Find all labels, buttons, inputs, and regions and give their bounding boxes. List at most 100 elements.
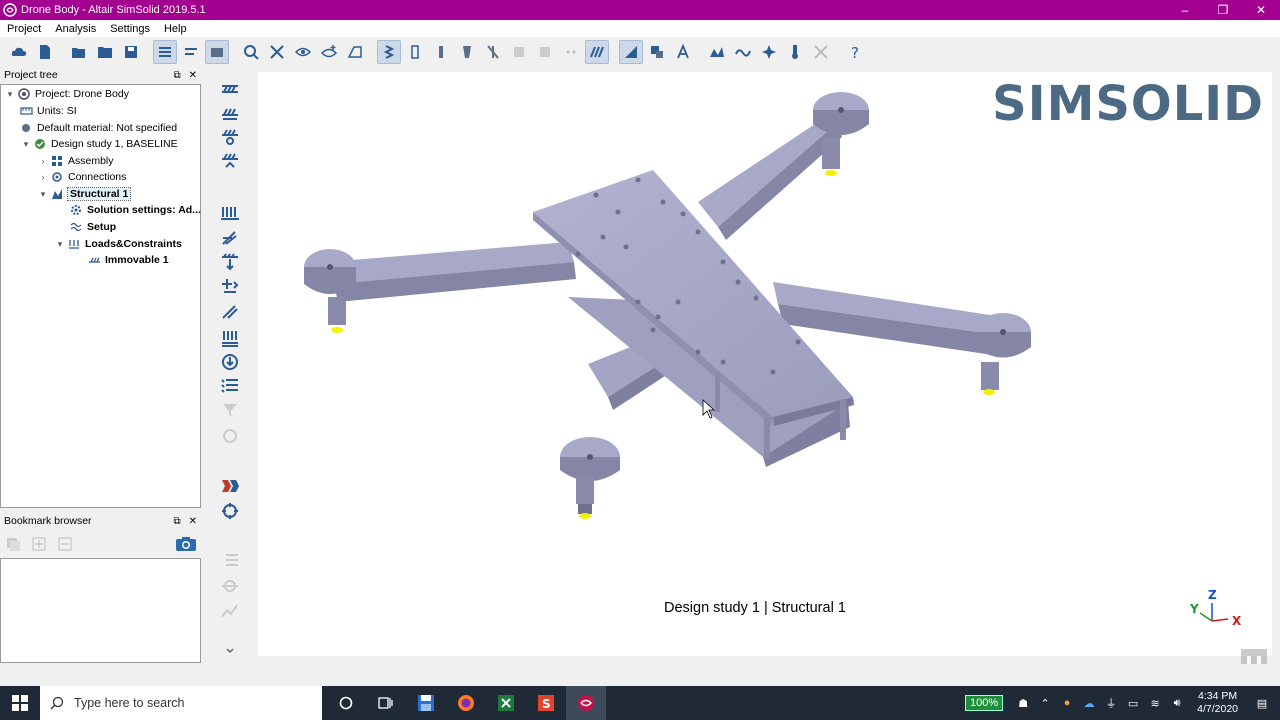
- rotate-button[interactable]: [265, 40, 289, 64]
- model-viewport[interactable]: SIMSOLID Design study 1 | Structural 1 Z…: [258, 72, 1272, 656]
- cloud-button[interactable]: [7, 40, 31, 64]
- copy-bookmark-icon[interactable]: [5, 536, 23, 552]
- save-button[interactable]: [119, 40, 143, 64]
- tree-item-solution-settings[interactable]: Solution settings: Ad...: [69, 202, 201, 218]
- connections-button[interactable]: [377, 40, 401, 64]
- restore-button[interactable]: ❐: [1204, 0, 1242, 20]
- drone-model[interactable]: [258, 72, 1272, 656]
- taskbar-excel[interactable]: [486, 686, 526, 720]
- remote-load-button[interactable]: [218, 351, 242, 373]
- people-icon[interactable]: ☗: [1013, 697, 1033, 710]
- analysis-structural-button[interactable]: [705, 40, 729, 64]
- wifi-icon[interactable]: ≋: [1145, 697, 1165, 710]
- analysis-modal-button[interactable]: [731, 40, 755, 64]
- collapse-icon[interactable]: ▾: [53, 239, 67, 250]
- add-bookmark-icon[interactable]: [31, 536, 49, 552]
- expand-icon[interactable]: ›: [36, 172, 50, 182]
- close-icon[interactable]: ✕: [189, 70, 197, 81]
- taskbar-firefox[interactable]: [446, 686, 486, 720]
- battery-icon[interactable]: ▭: [1123, 697, 1143, 710]
- start-button[interactable]: [0, 686, 40, 720]
- taskbar-slides-app[interactable]: S: [526, 686, 566, 720]
- virtual-connector-button[interactable]: [481, 40, 505, 64]
- tree-item-loads-constraints[interactable]: ▾ Loads&Constraints: [53, 236, 182, 252]
- float-icon[interactable]: ⧉: [173, 70, 180, 81]
- materials-button[interactable]: [619, 40, 643, 64]
- tree-item-connections[interactable]: › Connections: [36, 169, 127, 185]
- view-toggle[interactable]: [205, 40, 229, 64]
- onedrive-icon[interactable]: ☁: [1079, 697, 1099, 710]
- menu-help[interactable]: Help: [157, 23, 194, 35]
- project-icon: [17, 87, 31, 101]
- cortana-button[interactable]: [326, 686, 366, 720]
- tree-item-project[interactable]: ▾ Project: Drone Body: [3, 86, 129, 102]
- remove-bookmark-icon[interactable]: [57, 536, 75, 552]
- visibility-button[interactable]: [291, 40, 315, 64]
- pressure-icon: [222, 231, 237, 245]
- float-icon[interactable]: ⧉: [173, 516, 180, 527]
- tree-item-material[interactable]: Default material: Not specified: [19, 120, 177, 136]
- bookmark-toggle[interactable]: [179, 40, 203, 64]
- volume-icon[interactable]: 🔊︎: [1167, 697, 1187, 710]
- symmetry-icon: [222, 153, 238, 168]
- taskbar-save-app[interactable]: [406, 686, 446, 720]
- minimize-button[interactable]: –: [1166, 0, 1204, 20]
- results-button[interactable]: [218, 500, 242, 522]
- text-button[interactable]: [671, 40, 695, 64]
- part-outline-button[interactable]: [403, 40, 427, 64]
- mesh-button[interactable]: [585, 40, 609, 64]
- weld-button[interactable]: [455, 40, 479, 64]
- analysis-thermal-button[interactable]: [757, 40, 781, 64]
- help-button[interactable]: ?: [843, 40, 867, 64]
- close-icon[interactable]: ✕: [189, 516, 197, 527]
- tree-item-assembly[interactable]: › Assembly: [36, 153, 114, 169]
- chevron-up-icon[interactable]: ⌃: [1035, 697, 1055, 710]
- collapse-icon[interactable]: ▾: [3, 89, 17, 100]
- show-hide-button[interactable]: [317, 40, 341, 64]
- material-assign-button[interactable]: [645, 40, 669, 64]
- hinge-constraint-button[interactable]: [218, 126, 242, 148]
- loads-list-button[interactable]: [218, 375, 242, 397]
- tree-item-structural[interactable]: ▾ Structural 1: [36, 186, 132, 202]
- tree-item-units[interactable]: Units: SI: [19, 103, 77, 119]
- menu-project[interactable]: Project: [0, 23, 48, 35]
- menu-analysis[interactable]: Analysis: [48, 23, 103, 35]
- taskbar-search[interactable]: Type here to search: [40, 686, 322, 720]
- tree-item-setup[interactable]: Setup: [69, 219, 116, 235]
- thermal-icon: [762, 45, 776, 59]
- task-view-button[interactable]: [366, 686, 406, 720]
- close-button[interactable]: ✕: [1242, 0, 1280, 20]
- sidebar-more-button[interactable]: [218, 640, 242, 662]
- section-button[interactable]: [343, 40, 367, 64]
- camera-icon[interactable]: [175, 536, 197, 555]
- clock[interactable]: 4:34 PM 4/7/2020: [1197, 690, 1238, 716]
- taskbar-simsolid[interactable]: [566, 686, 606, 720]
- solve-button[interactable]: [218, 475, 242, 497]
- sliding-constraint-button[interactable]: [218, 102, 242, 124]
- thermal-load-button[interactable]: [218, 301, 242, 323]
- symmetry-constraint-button[interactable]: [218, 150, 242, 172]
- expand-icon[interactable]: ›: [36, 156, 50, 166]
- open-project-button[interactable]: [67, 40, 91, 64]
- notifications-icon[interactable]: ▤: [1252, 697, 1272, 710]
- zoom-fit-button[interactable]: [239, 40, 263, 64]
- bolt-button[interactable]: [429, 40, 453, 64]
- new-project-button[interactable]: [33, 40, 57, 64]
- project-tree-toggle[interactable]: [153, 40, 177, 64]
- tree-item-design-study[interactable]: ▾ Design study 1, BASELINE: [19, 136, 178, 152]
- collapse-icon[interactable]: ▾: [36, 189, 50, 200]
- force-button[interactable]: [218, 202, 242, 224]
- orange-app-icon[interactable]: ●: [1057, 697, 1077, 709]
- enforced-displacement-button[interactable]: [218, 327, 242, 349]
- import-button[interactable]: [93, 40, 117, 64]
- tree-item-immovable[interactable]: Immovable 1: [87, 252, 169, 268]
- fixed-constraint-button[interactable]: [218, 77, 242, 99]
- collapse-icon[interactable]: ▾: [19, 139, 33, 150]
- battery-indicator[interactable]: 100%: [964, 695, 1004, 711]
- gravity-button[interactable]: [218, 251, 242, 273]
- bolt-load-button[interactable]: [218, 275, 242, 297]
- usb-icon[interactable]: ⏚: [1101, 695, 1121, 711]
- menu-settings[interactable]: Settings: [103, 23, 157, 35]
- analysis-temperature-button[interactable]: [783, 40, 807, 64]
- pressure-button[interactable]: [218, 227, 242, 249]
